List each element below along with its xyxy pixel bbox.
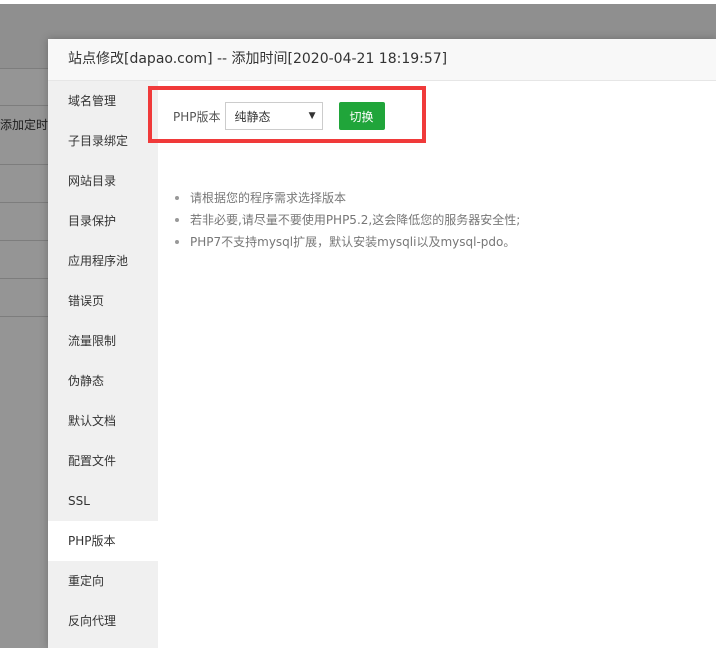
sidebar-item-traffic-limit[interactable]: 流量限制 [48,321,158,361]
modal-sidebar: 域名管理 子目录绑定 网站目录 目录保护 应用程序池 错误页 流量限制 伪静态 … [48,81,158,648]
sidebar-item-default-doc[interactable]: 默认文档 [48,401,158,441]
sidebar-item-domain[interactable]: 域名管理 [48,81,158,121]
site-edit-modal: 站点修改[dapao.com] -- 添加时间[2020-04-21 18:19… [48,39,716,648]
sidebar-item-config-file[interactable]: 配置文件 [48,441,158,481]
php-version-panel: PHP版本 纯静态 ▼ 切换 请根据您的程序需求选择版本 若非必要,请尽量不要使… [158,81,716,648]
sidebar-item-redirect[interactable]: 重定向 [48,561,158,601]
sidebar-item-dir-protect[interactable]: 目录保护 [48,201,158,241]
sidebar-item-error-page[interactable]: 错误页 [48,281,158,321]
tip-item: 请根据您的程序需求选择版本 [172,187,520,209]
php-version-label: PHP版本 [173,109,221,124]
tips-list: 请根据您的程序需求选择版本 若非必要,请尽量不要使用PHP5.2,这会降低您的服… [172,187,520,253]
tip-item: PHP7不支持mysql扩展，默认安装mysqli以及mysql-pdo。 [172,231,520,253]
sidebar-item-rewrite[interactable]: 伪静态 [48,361,158,401]
php-version-row: PHP版本 纯静态 ▼ 切换 [173,101,385,131]
modal-title: 站点修改[dapao.com] -- 添加时间[2020-04-21 18:19… [48,39,716,81]
sidebar-item-subdir-binding[interactable]: 子目录绑定 [48,121,158,161]
sidebar-item-reverse-proxy[interactable]: 反向代理 [48,601,158,641]
sidebar-item-ssl[interactable]: SSL [48,481,158,521]
php-version-selected-value: 纯静态 [234,109,271,124]
sidebar-item-site-dir[interactable]: 网站目录 [48,161,158,201]
tip-item: 若非必要,请尽量不要使用PHP5.2,这会降低您的服务器安全性; [172,209,520,231]
switch-button[interactable]: 切换 [338,102,385,130]
sidebar-item-php-version[interactable]: PHP版本 [48,521,158,561]
caret-down-icon: ▼ [308,111,316,121]
background-add-cron-text: 添加定时 [0,118,49,132]
sidebar-item-app-pool[interactable]: 应用程序池 [48,241,158,281]
php-version-select[interactable]: 纯静态 ▼ [224,102,323,130]
